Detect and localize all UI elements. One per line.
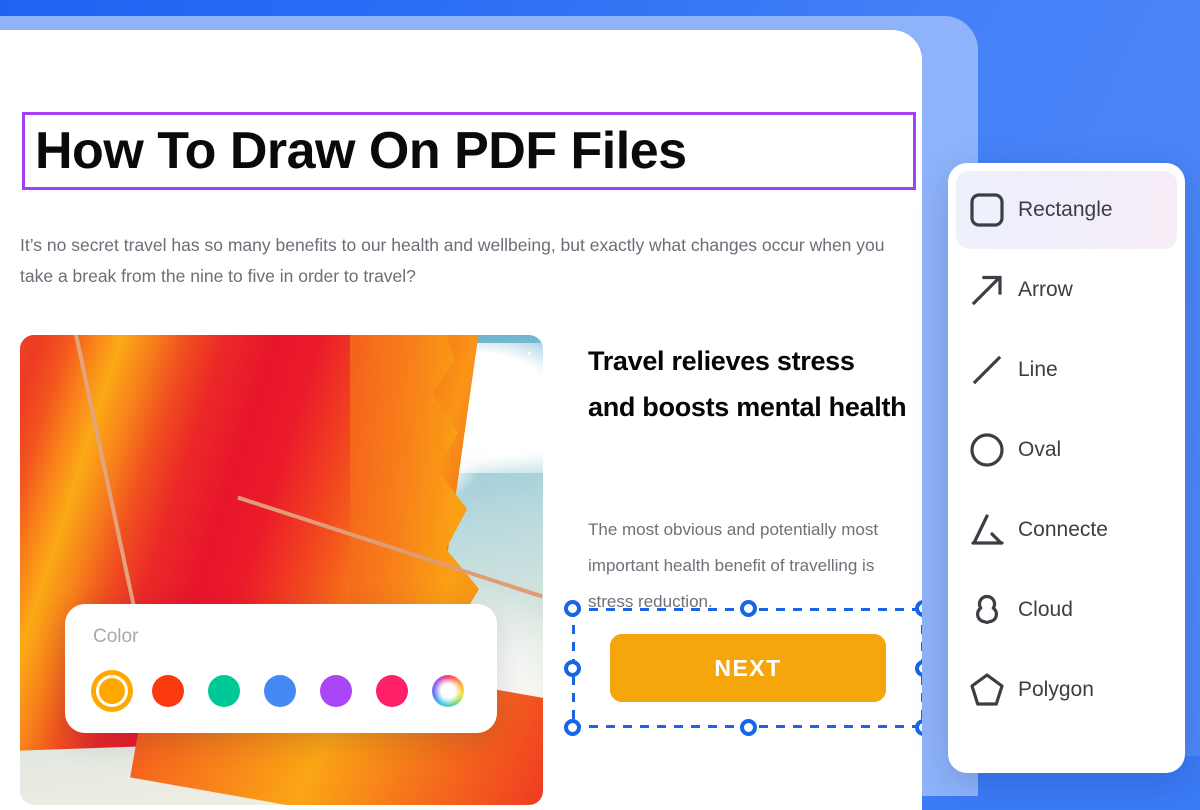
shape-label: Polygon (1018, 678, 1094, 701)
color-swatch-blue[interactable] (264, 675, 296, 707)
shape-label: Cloud (1018, 598, 1073, 621)
shape-label: Rectangle (1018, 198, 1113, 221)
next-button[interactable]: NEXT (610, 634, 886, 702)
shape-item-polygon[interactable]: Polygon (956, 651, 1177, 729)
article-heading: Travel relieves stress and boosts mental… (588, 346, 907, 422)
resize-handle-top-left[interactable] (564, 600, 581, 617)
document-content: How To Draw On PDF Files It’s no secret … (0, 30, 922, 810)
connected-lines-icon (956, 510, 1018, 550)
resize-handle-top-right[interactable] (915, 600, 922, 617)
color-swatch-green[interactable] (208, 675, 240, 707)
page-title: How To Draw On PDF Files (35, 122, 687, 180)
selection-frame[interactable]: NEXT (564, 600, 922, 736)
line-icon (956, 350, 1018, 390)
article-photo[interactable] (20, 335, 543, 805)
pdf-document-page[interactable]: How To Draw On PDF Files It’s no secret … (0, 30, 922, 810)
color-wheel-icon[interactable] (432, 675, 464, 707)
shape-item-oval[interactable]: Oval (956, 411, 1177, 489)
color-swatch-red[interactable] (152, 675, 184, 707)
cloud-icon (956, 590, 1018, 630)
shapes-tool-panel[interactable]: Rectangle Arrow Line Oval Connecte Cloud (948, 163, 1185, 773)
resize-handle-bottom-right[interactable] (915, 719, 922, 736)
shape-item-arrow[interactable]: Arrow (956, 251, 1177, 329)
color-swatch-pink[interactable] (376, 675, 408, 707)
arrow-icon (956, 270, 1018, 310)
shape-label: Connecte (1018, 518, 1108, 541)
shape-item-line[interactable]: Line (956, 331, 1177, 409)
shape-item-cloud[interactable]: Cloud (956, 571, 1177, 649)
shape-label: Line (1018, 358, 1058, 381)
oval-icon (956, 430, 1018, 470)
color-swatch-orange[interactable] (96, 675, 128, 707)
shape-label: Arrow (1018, 278, 1073, 301)
resize-handle-middle-left[interactable] (564, 660, 581, 677)
color-swatch-purple[interactable] (320, 675, 352, 707)
resize-handle-middle-right[interactable] (915, 660, 922, 677)
title-textbox[interactable]: How To Draw On PDF Files (22, 112, 916, 190)
color-swatch-row[interactable] (96, 670, 468, 712)
resize-handle-bottom-center[interactable] (740, 719, 757, 736)
color-picker-label: Color (93, 626, 139, 647)
intro-paragraph: It’s no secret travel has so many benefi… (20, 235, 885, 286)
sky-speck (528, 352, 531, 355)
rectangle-icon (956, 190, 1018, 230)
color-picker-popup[interactable]: Color (65, 604, 497, 733)
polygon-icon (956, 670, 1018, 710)
shape-item-rectangle[interactable]: Rectangle (956, 171, 1177, 249)
shape-item-connected[interactable]: Connecte (956, 491, 1177, 569)
shape-label: Oval (1018, 438, 1062, 461)
resize-handle-bottom-left[interactable] (564, 719, 581, 736)
resize-handle-top-center[interactable] (740, 600, 757, 617)
